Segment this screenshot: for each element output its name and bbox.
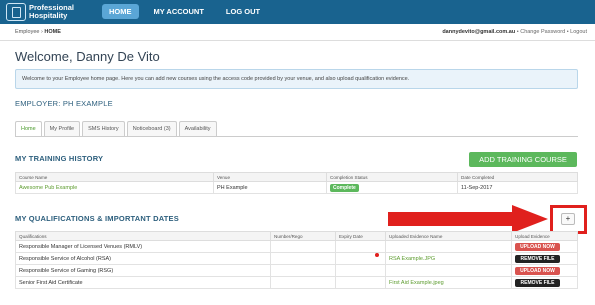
action-cell: REMOVE FILE xyxy=(511,276,578,289)
table-row: Responsible Service of Alcohol (RSA) RSA… xyxy=(15,252,578,265)
number-cell xyxy=(270,276,336,289)
column-header[interactable]: Expiry Date xyxy=(335,231,386,241)
annotation-highlight-box: + xyxy=(550,205,587,234)
remove-file-button[interactable]: REMOVE FILE xyxy=(515,254,560,263)
upload-now-button[interactable]: UPLOAD NOW xyxy=(515,242,560,251)
table-row: Responsible Service of Gaming (RSG) UPLO… xyxy=(15,264,578,277)
number-cell xyxy=(270,252,336,265)
expiry-cell xyxy=(335,276,386,289)
remove-file-button[interactable]: REMOVE FILE xyxy=(515,278,560,287)
upload-now-button[interactable]: UPLOAD NOW xyxy=(515,266,560,275)
column-header[interactable]: Uploaded Evidence Name xyxy=(385,231,512,241)
expiry-cell xyxy=(335,264,386,277)
action-cell: REMOVE FILE xyxy=(511,252,578,265)
table-row: Responsible Manager of Licensed Venues (… xyxy=(15,240,578,253)
annotation-dot xyxy=(375,253,379,257)
qualifications-table: Qualifications Number/Rego Expiry Date U… xyxy=(15,231,578,289)
number-cell xyxy=(270,264,336,277)
action-cell: UPLOAD NOW xyxy=(511,264,578,277)
expiry-cell xyxy=(335,240,386,253)
qualification-name: Senior First Aid Certificate xyxy=(15,276,271,289)
number-cell xyxy=(270,240,336,253)
evidence-file-link[interactable]: RSA Example.JPG xyxy=(385,252,512,265)
column-header[interactable]: Number/Rego xyxy=(270,231,336,241)
add-qualification-button[interactable]: + xyxy=(561,213,575,225)
evidence-file-link[interactable]: First Aid Example.jpeg xyxy=(385,276,512,289)
qualification-name: Responsible Service of Alcohol (RSA) xyxy=(15,252,271,265)
column-header[interactable]: Qualifications xyxy=(15,231,271,241)
arrow-shape xyxy=(388,205,548,233)
qualification-name: Responsible Service of Gaming (RSG) xyxy=(15,264,271,277)
column-header[interactable]: Upload Evidence xyxy=(511,231,578,241)
evidence-cell xyxy=(385,240,512,253)
table-row: Senior First Aid Certificate First Aid E… xyxy=(15,276,578,289)
action-cell: UPLOAD NOW xyxy=(511,240,578,253)
table-header-row: Qualifications Number/Rego Expiry Date U… xyxy=(15,231,578,241)
qualification-name: Responsible Manager of Licensed Venues (… xyxy=(15,240,271,253)
evidence-cell xyxy=(385,264,512,277)
